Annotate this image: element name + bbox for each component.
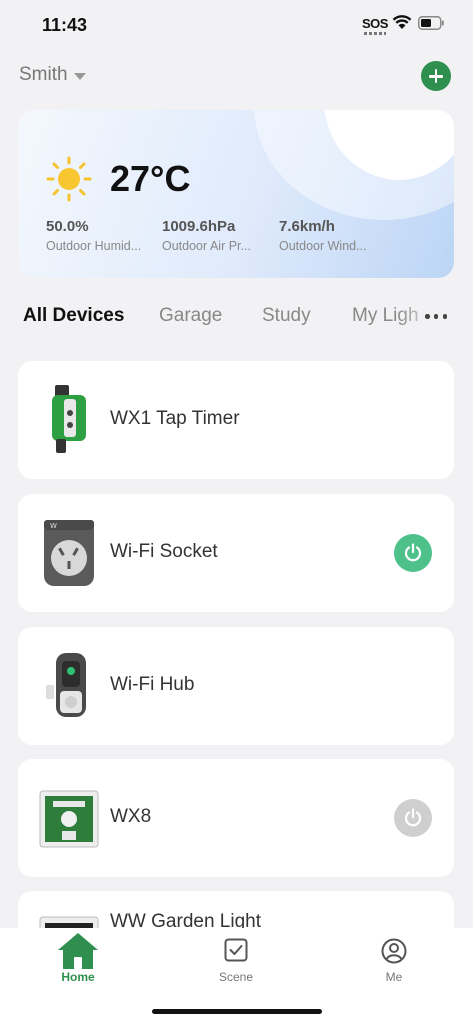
- power-button[interactable]: [394, 534, 432, 572]
- device-card[interactable]: Wi-Fi Hub: [18, 627, 454, 745]
- humidity-label: Outdoor Humid...: [46, 239, 142, 253]
- caret-down-icon: [73, 72, 86, 80]
- wind-value: 7.6km/h: [279, 218, 335, 235]
- nav-me-label: Me: [385, 970, 403, 984]
- wind-label: Outdoor Wind...: [279, 239, 367, 253]
- svg-text:W: W: [50, 522, 57, 530]
- wifi-hub-image: [46, 653, 86, 717]
- nav-scene-label: Scene: [218, 970, 254, 984]
- battery-icon: [418, 16, 444, 30]
- home-selector[interactable]: Smith: [19, 64, 86, 86]
- tap-timer-image: [52, 385, 86, 453]
- device-card[interactable]: WX1 Tap Timer: [18, 361, 454, 479]
- device-name: WX1 Tap Timer: [110, 408, 240, 429]
- power-icon: [404, 808, 422, 827]
- air-pressure-metric: 1009.6hPa Outdoor Air Pr...: [162, 218, 272, 253]
- device-card[interactable]: WX8: [18, 759, 454, 877]
- signal-dots-icon: [364, 32, 386, 35]
- scene-checkbox-icon: [224, 938, 248, 962]
- sos-indicator: SOS: [362, 16, 388, 31]
- home-indicator: [152, 1009, 322, 1014]
- device-name: Wi-Fi Socket: [110, 541, 218, 562]
- sun-icon: [46, 156, 92, 202]
- tab-study[interactable]: Study: [262, 305, 311, 327]
- more-icon[interactable]: [425, 314, 447, 320]
- device-name: Wi-Fi Hub: [110, 674, 195, 695]
- power-icon: [404, 543, 422, 562]
- weather-card[interactable]: 27°C 50.0% Outdoor Humid... 1009.6hPa Ou…: [18, 110, 454, 278]
- power-button[interactable]: [394, 799, 432, 837]
- humidity-metric: 50.0% Outdoor Humid...: [46, 218, 156, 253]
- device-name: WX8: [110, 806, 152, 827]
- nav-home-label: Home: [61, 970, 95, 984]
- temperature-value: 27°C: [110, 158, 191, 199]
- wifi-socket-image: W: [44, 520, 94, 586]
- add-device-button[interactable]: [421, 61, 451, 91]
- wind-metric: 7.6km/h Outdoor Wind...: [279, 218, 389, 253]
- wx8-controller-image: [39, 790, 99, 848]
- wifi-icon: [392, 15, 412, 29]
- air-pressure-label: Outdoor Air Pr...: [162, 239, 251, 253]
- tab-garage[interactable]: Garage: [159, 305, 222, 327]
- profile-icon: [381, 938, 407, 964]
- air-pressure-value: 1009.6hPa: [162, 218, 236, 235]
- humidity-value: 50.0%: [46, 218, 89, 235]
- device-card[interactable]: W Wi-Fi Socket: [18, 494, 454, 612]
- status-time: 11:43: [42, 15, 88, 35]
- home-icon: [58, 933, 98, 969]
- tab-all-devices[interactable]: All Devices: [23, 305, 124, 327]
- room-tabs: All Devices Garage Study My Ligh: [0, 300, 473, 336]
- status-bar: 11:43 SOS: [0, 0, 473, 50]
- home-name-label: Smith: [19, 64, 68, 85]
